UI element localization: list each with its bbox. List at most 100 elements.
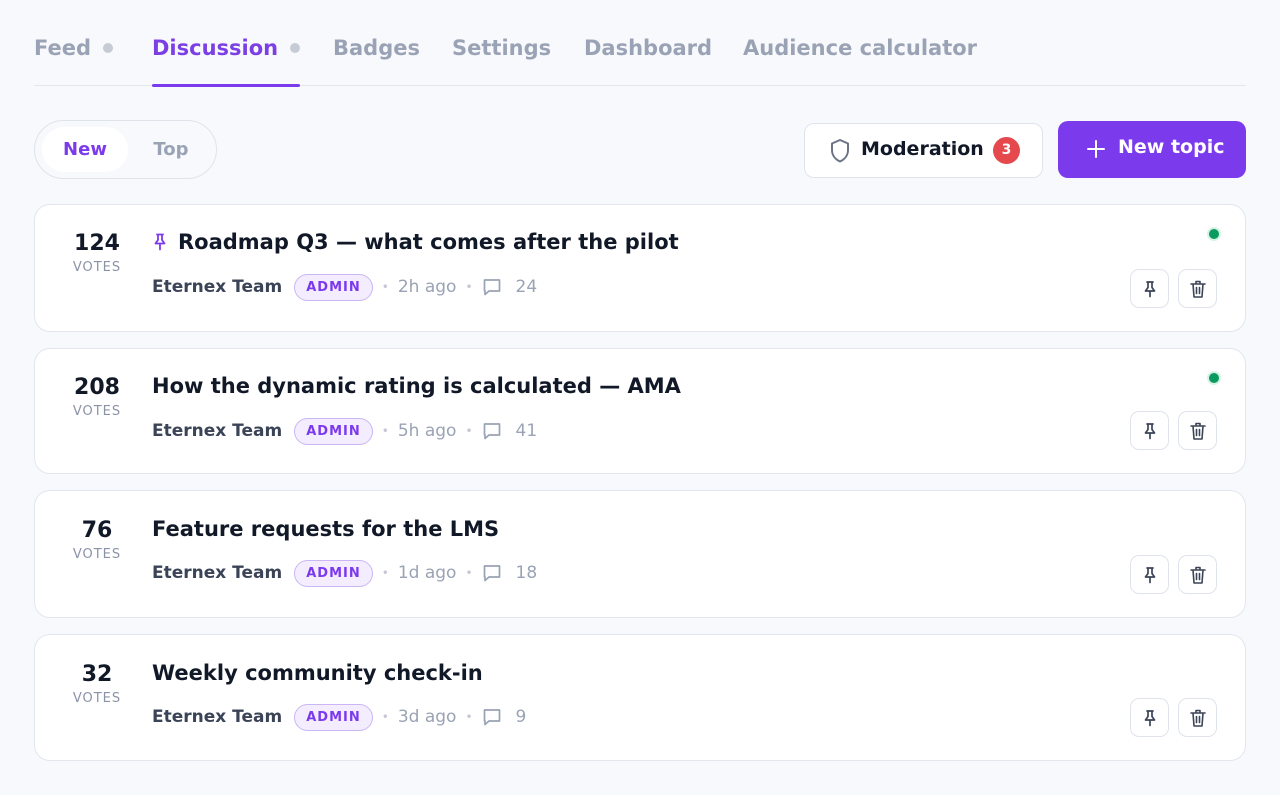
plus-icon [1087, 140, 1105, 158]
role-badge: ADMIN [294, 417, 373, 445]
topic-title[interactable]: Feature requests for the LMS [152, 517, 499, 541]
tab-dashboard[interactable]: Dashboard [584, 36, 712, 86]
tab-label: Audience calculator [743, 36, 978, 60]
comment-count: 18 [515, 563, 538, 583]
role-badge: ADMIN [294, 703, 373, 731]
tab-badges[interactable]: Badges [333, 36, 420, 86]
separator-dot: • [381, 566, 389, 580]
author-name[interactable]: Eternex Team [152, 563, 282, 583]
moderation-label: Moderation [861, 138, 984, 160]
timestamp: 2h ago [397, 277, 457, 297]
trash-icon [1190, 709, 1206, 727]
separator-dot: • [465, 710, 473, 724]
comment-icon [483, 709, 500, 726]
pin-icon [1144, 710, 1156, 727]
topic-title-text: Roadmap Q3 — what comes after the pilot [178, 230, 679, 254]
trash-icon [1190, 422, 1206, 440]
topic-title-text: How the dynamic rating is calculated — A… [152, 374, 681, 398]
separator-dot: • [381, 280, 389, 294]
comment-count: 24 [515, 277, 538, 297]
role-badge: ADMIN [294, 559, 373, 587]
vote-unit: VOTES [72, 404, 122, 419]
delete-button[interactable] [1178, 698, 1217, 737]
comment-icon [483, 565, 500, 582]
author-name[interactable]: Eternex Team [152, 421, 282, 441]
sort-new-button[interactable]: New [42, 127, 128, 172]
topic-meta: Eternex Team ADMIN • 2h ago • 24 [152, 272, 537, 302]
pin-button[interactable] [1130, 411, 1169, 450]
topic-title[interactable]: Roadmap Q3 — what comes after the pilot [152, 230, 679, 254]
shield-icon [831, 139, 849, 163]
topic-card[interactable]: 32 VOTES Weekly community check-in Etern… [34, 634, 1246, 761]
tab-audience-calculator[interactable]: Audience calculator [743, 36, 977, 86]
role-badge: ADMIN [294, 273, 373, 301]
author-name[interactable]: Eternex Team [152, 707, 282, 727]
comment-count: 41 [515, 421, 538, 441]
timestamp: 3d ago [397, 707, 457, 727]
topic-card[interactable]: 76 VOTES Feature requests for the LMS Et… [34, 490, 1246, 618]
tab-label: Dashboard [584, 36, 713, 60]
active-tab-indicator [152, 84, 301, 87]
topic-title[interactable]: Weekly community check-in [152, 661, 483, 685]
pin-button[interactable] [1130, 698, 1169, 737]
vote-count: 124 VOTES [35, 231, 159, 275]
separator-dot: • [381, 710, 389, 724]
tab-bar: Feed Discussion Badges Settings Dashboar… [34, 0, 1246, 87]
tab-label: Feed [34, 36, 92, 60]
topic-card[interactable]: 124 VOTES Roadmap Q3 — what comes after … [34, 204, 1246, 332]
sort-top-button[interactable]: Top [135, 127, 207, 172]
online-indicator [1207, 371, 1221, 385]
trash-icon [1190, 566, 1206, 584]
separator-dot: • [465, 424, 473, 438]
pin-button[interactable] [1130, 555, 1169, 594]
timestamp: 1d ago [397, 563, 457, 583]
vote-unit: VOTES [72, 260, 122, 275]
sort-toggle: New Top [34, 120, 217, 179]
unread-dot [103, 43, 114, 53]
trash-icon [1190, 280, 1206, 298]
online-indicator [1207, 227, 1221, 241]
pin-icon [1144, 423, 1156, 440]
topic-title[interactable]: How the dynamic rating is calculated — A… [152, 374, 681, 398]
topic-meta: Eternex Team ADMIN • 5h ago • 41 [152, 416, 537, 446]
vote-number: 76 [81, 518, 113, 543]
pin-icon [1144, 281, 1156, 298]
author-name[interactable]: Eternex Team [152, 277, 282, 297]
delete-button[interactable] [1178, 555, 1217, 594]
tab-label: Badges [333, 36, 420, 60]
comment-icon [483, 279, 500, 296]
comment-icon [483, 423, 500, 440]
pin-icon [1144, 567, 1156, 584]
new-topic-button[interactable]: New topic [1058, 121, 1246, 178]
timestamp: 5h ago [397, 421, 457, 441]
moderation-count-badge: 3 [993, 137, 1020, 164]
separator-dot: • [465, 280, 473, 294]
vote-number: 208 [74, 375, 120, 400]
vote-count: 76 VOTES [35, 518, 159, 562]
topic-meta: Eternex Team ADMIN • 1d ago • 18 [152, 558, 537, 588]
vote-unit: VOTES [72, 547, 122, 562]
tab-discussion[interactable]: Discussion [152, 36, 301, 87]
tab-label: Settings [452, 36, 552, 60]
vote-unit: VOTES [72, 691, 122, 706]
moderation-button[interactable]: Moderation 3 [804, 123, 1043, 178]
vote-count: 32 VOTES [35, 662, 159, 706]
new-topic-label: New topic [1118, 136, 1225, 158]
pin-icon [154, 233, 166, 251]
tab-feed[interactable]: Feed [34, 36, 114, 86]
topic-card[interactable]: 208 VOTES How the dynamic rating is calc… [34, 348, 1246, 474]
tab-label: Discussion [152, 36, 279, 60]
comment-count: 9 [515, 707, 527, 727]
vote-count: 208 VOTES [35, 375, 159, 419]
unread-dot [290, 43, 301, 53]
separator-dot: • [381, 424, 389, 438]
topic-title-text: Weekly community check-in [152, 661, 483, 685]
delete-button[interactable] [1178, 411, 1217, 450]
pin-button[interactable] [1130, 269, 1169, 308]
tab-settings[interactable]: Settings [452, 36, 551, 86]
topic-title-text: Feature requests for the LMS [152, 517, 500, 541]
separator-dot: • [465, 566, 473, 580]
vote-number: 124 [74, 231, 120, 256]
delete-button[interactable] [1178, 269, 1217, 308]
vote-number: 32 [81, 662, 113, 687]
